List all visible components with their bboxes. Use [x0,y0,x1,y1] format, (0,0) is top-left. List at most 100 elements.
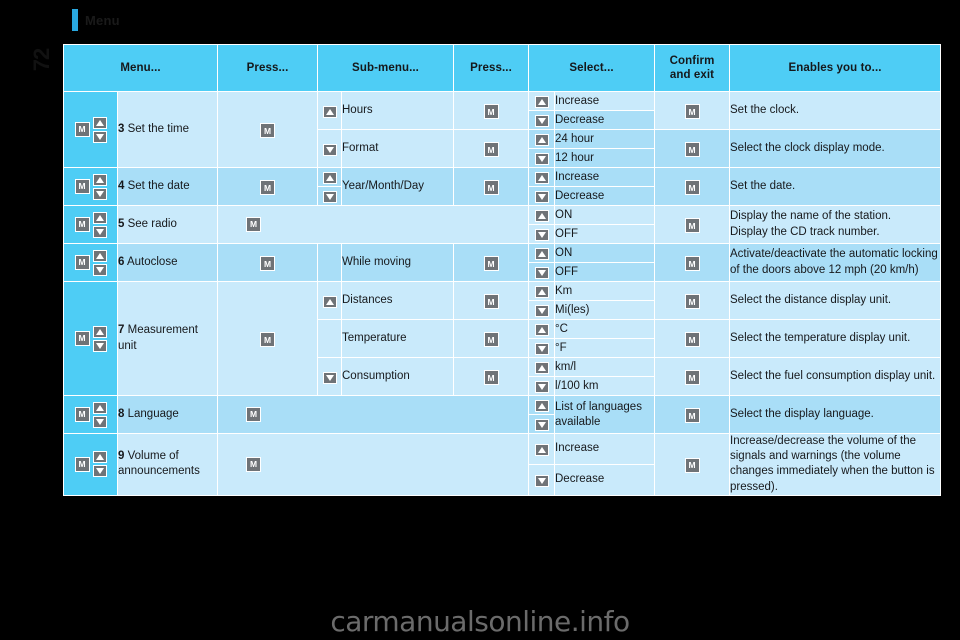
arrow-down-icon[interactable] [92,187,107,200]
m-button-icon[interactable]: M [260,256,275,272]
arrow-down-icon[interactable] [534,381,549,393]
select-option-decrease-date[interactable]: Decrease [554,186,655,206]
select-gutter-volume-increase[interactable] [528,433,555,465]
select-option-increase[interactable]: Increase [554,91,655,111]
arrow-down-icon[interactable] [534,343,549,355]
select-gutter-kml[interactable] [528,357,555,377]
arrow-down-icon[interactable] [534,474,549,487]
m-button-icon[interactable]: M [74,456,90,472]
select-gutter-language-down[interactable] [528,414,555,434]
submenu-gutter-hours[interactable] [317,91,342,130]
arrow-up-icon[interactable] [92,116,107,129]
arrow-up-icon[interactable] [322,172,337,184]
nav-controls-set-date[interactable]: M [63,167,118,206]
select-gutter-decrease[interactable] [528,110,555,130]
press-button-ymd[interactable]: M [453,167,529,206]
select-gutter-increase[interactable] [528,91,555,111]
select-option-kml[interactable]: km/l [554,357,655,377]
arrow-up-icon[interactable] [534,248,549,260]
arrow-down-icon[interactable] [534,419,549,431]
m-button-icon[interactable]: M [684,408,700,424]
m-button-icon[interactable]: M [74,217,90,232]
select-gutter-autoclose-on[interactable] [528,243,555,263]
arrow-down-icon[interactable] [534,305,549,317]
select-gutter-decrease-date[interactable] [528,186,555,206]
confirm-button-distance[interactable]: M [654,281,730,320]
submenu-gutter-distances[interactable] [317,281,342,320]
arrow-down-icon[interactable] [92,130,107,143]
confirm-button-fuel[interactable]: M [654,357,730,396]
arrow-up-icon[interactable] [534,286,549,298]
press-button-set-date[interactable]: M [217,167,318,206]
m-button-icon[interactable]: M [483,180,499,196]
arrow-down-icon[interactable] [534,191,549,203]
arrow-down-icon[interactable] [534,267,549,279]
arrow-down-icon[interactable] [92,465,107,478]
select-gutter-miles[interactable] [528,300,555,320]
m-button-icon[interactable]: M [483,104,499,120]
select-option-volume-increase[interactable]: Increase [554,433,655,465]
press-button-format[interactable]: M [453,129,529,168]
press-button-distances[interactable]: M [453,281,529,320]
nav-controls-language[interactable]: M [63,395,118,434]
select-option-km[interactable]: Km [554,281,655,301]
arrow-up-icon[interactable] [534,443,549,456]
arrow-down-icon[interactable] [534,115,549,127]
arrow-up-icon[interactable] [322,105,337,118]
select-gutter-l100km[interactable] [528,376,555,396]
select-option-radio-on[interactable]: ON [554,205,655,225]
m-button-icon[interactable]: M [74,122,90,137]
select-gutter-radio-on[interactable] [528,205,555,225]
select-option-12hour[interactable]: 12 hour [554,148,655,168]
m-button-icon[interactable]: M [684,294,700,310]
m-button-icon[interactable]: M [684,370,700,386]
m-button-icon[interactable]: M [246,407,261,422]
select-option-autoclose-on[interactable]: ON [554,243,655,263]
arrow-down-icon[interactable] [92,415,107,428]
arrow-down-icon[interactable] [322,371,337,384]
m-button-icon[interactable]: M [260,180,275,196]
m-button-icon[interactable]: M [684,218,700,234]
press-button-measurement-unit[interactable]: M [217,281,318,396]
press-button-autoclose[interactable]: M [217,243,318,282]
confirm-button-volume[interactable]: M [654,433,730,496]
submenu-gutter-format[interactable] [317,129,342,168]
select-option-autoclose-off[interactable]: OFF [554,262,655,282]
press-button-volume[interactable]: M [217,433,529,496]
m-button-icon[interactable]: M [74,331,90,346]
select-option-increase-date[interactable]: Increase [554,167,655,187]
nav-controls-volume[interactable]: M [63,433,118,496]
select-gutter-increase-date[interactable] [528,167,555,187]
select-option-language-list[interactable]: List of languages available [554,395,655,434]
press-button-hours[interactable]: M [453,91,529,130]
m-button-icon[interactable]: M [260,332,275,348]
select-gutter-autoclose-off[interactable] [528,262,555,282]
arrow-up-icon[interactable] [534,210,549,222]
select-option-miles[interactable]: Mi(les) [554,300,655,320]
arrow-down-icon[interactable] [92,339,107,352]
arrow-up-icon[interactable] [534,172,549,184]
confirm-button-temperature[interactable]: M [654,319,730,358]
arrow-down-icon[interactable] [534,153,549,165]
select-option-volume-decrease[interactable]: Decrease [554,463,655,496]
select-gutter-km[interactable] [528,281,555,301]
arrow-up-icon[interactable] [92,211,107,224]
arrow-up-icon[interactable] [534,324,549,336]
confirm-button-autoclose[interactable]: M [654,243,730,282]
press-button-set-time[interactable]: M [217,91,318,168]
press-button-language[interactable]: M [217,395,529,434]
arrow-up-icon[interactable] [92,249,107,262]
arrow-up-icon[interactable] [322,295,337,308]
press-button-while-moving[interactable]: M [453,243,529,282]
select-option-radio-off[interactable]: OFF [554,224,655,244]
submenu-gutter-ymd-up[interactable] [317,167,342,187]
m-button-icon[interactable]: M [483,332,499,348]
confirm-button-date[interactable]: M [654,167,730,206]
select-option-celsius[interactable]: °C [554,319,655,339]
m-button-icon[interactable]: M [483,256,499,272]
m-button-icon[interactable]: M [483,294,499,310]
arrow-down-icon[interactable] [92,263,107,276]
m-button-icon[interactable]: M [483,142,499,158]
arrow-down-icon[interactable] [322,143,337,156]
press-button-see-radio[interactable]: M [217,205,529,244]
